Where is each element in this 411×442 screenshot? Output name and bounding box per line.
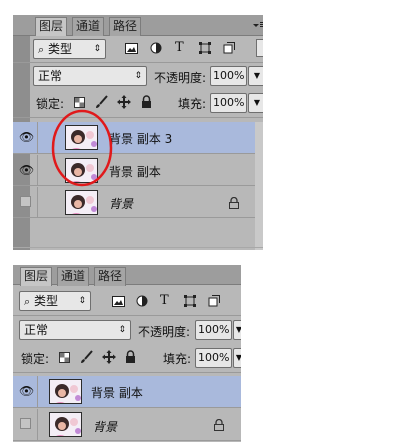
type-layer-filter-icon[interactable]: T	[175, 40, 184, 55]
lock-transparent-pixels-icon[interactable]	[74, 97, 85, 108]
filter-type-label: 类型	[48, 42, 73, 56]
lock-position-move-icon[interactable]	[117, 95, 131, 109]
lock-all-icon[interactable]	[141, 95, 152, 108]
red-circle-annotation	[51, 109, 113, 187]
layer-row[interactable]: 背景	[13, 187, 255, 218]
smart-object-filter-icon[interactable]	[208, 295, 220, 307]
lock-image-pixels-brush-icon[interactable]	[95, 95, 108, 109]
opacity-label: 不透明度:	[154, 71, 207, 85]
fill-value: 100%	[213, 96, 245, 109]
layers-panel-top: 图层 通道 路径 ⌕ 类型 ⇕ T 正常 ⇕ 不透明度: 100% ▼ 锁定:	[13, 15, 263, 250]
visibility-toggle[interactable]: 👁	[13, 122, 38, 153]
lock-all-icon[interactable]	[125, 350, 136, 363]
stepper-icon: ⇕	[78, 296, 86, 306]
shape-layer-filter-icon[interactable]	[184, 295, 196, 307]
smart-object-filter-icon[interactable]	[223, 42, 235, 54]
separator	[13, 247, 263, 248]
chevron-down-icon: ▼	[235, 353, 241, 362]
opacity-dropdown-button[interactable]: ▼	[233, 320, 241, 340]
adjustment-layer-filter-icon[interactable]	[150, 42, 162, 54]
adjustment-layer-filter-icon[interactable]	[136, 295, 148, 307]
filter-type-select[interactable]: ⌕ 类型 ⇕	[33, 39, 106, 59]
eye-icon: 👁	[19, 130, 35, 144]
blend-mode-value: 正常	[24, 323, 49, 337]
eye-icon: 👁	[19, 384, 35, 398]
fill-value: 100%	[198, 351, 230, 364]
blend-mode-select[interactable]: 正常 ⇕	[19, 320, 131, 340]
layer-name[interactable]: 背景	[93, 418, 117, 435]
filter-type-label: 类型	[34, 294, 59, 308]
chevron-down-icon: ▼	[235, 325, 241, 334]
shape-layer-filter-icon[interactable]	[199, 42, 211, 54]
search-icon: ⌕	[24, 295, 31, 308]
layer-thumbnail	[65, 190, 98, 215]
search-icon: ⌕	[38, 43, 45, 56]
portrait-thumbnail-image	[66, 191, 97, 214]
eye-icon: 👁	[19, 163, 35, 177]
visibility-toggle[interactable]: 👁	[13, 155, 38, 185]
opacity-value: 100%	[213, 69, 245, 82]
stepper-icon: ⇕	[118, 325, 126, 335]
lock-transparent-pixels-icon[interactable]	[59, 352, 70, 363]
blend-mode-select[interactable]: 正常 ⇕	[33, 66, 147, 86]
separator	[13, 315, 241, 316]
filter-toggle-button[interactable]	[256, 39, 263, 57]
stepper-icon: ⇕	[93, 44, 101, 54]
portrait-thumbnail-image	[50, 413, 81, 436]
layer-thumbnail	[49, 379, 82, 404]
type-layer-filter-icon[interactable]: T	[160, 293, 169, 308]
visibility-toggle[interactable]: 👁	[13, 376, 38, 407]
layer-row[interactable]: 👁 背景 副本	[13, 376, 241, 408]
empty-checkbox-icon	[20, 196, 31, 207]
fill-label: 填充:	[178, 97, 207, 111]
visibility-toggle[interactable]	[13, 409, 38, 440]
panel-menu-icon[interactable]	[251, 20, 263, 30]
pixel-layer-filter-icon[interactable]	[125, 43, 138, 54]
layer-name[interactable]: 背景	[109, 195, 133, 212]
panel-tabbar: 图层 通道 路径	[13, 15, 263, 36]
layer-name[interactable]: 背景 副本	[109, 163, 161, 180]
lock-icon	[214, 419, 224, 431]
visibility-toggle[interactable]	[13, 187, 38, 217]
fill-dropdown-button[interactable]: ▼	[233, 348, 241, 368]
lock-position-move-icon[interactable]	[102, 350, 116, 364]
tab-paths[interactable]: 路径	[94, 267, 127, 286]
layer-thumbnail	[49, 412, 82, 437]
tab-channels[interactable]: 通道	[57, 267, 90, 286]
layers-scrollbar[interactable]	[255, 122, 263, 250]
lock-label: 锁定:	[21, 352, 50, 366]
fill-input[interactable]: 100%	[210, 93, 247, 113]
layer-name[interactable]: 背景 副本 3	[109, 130, 172, 147]
blend-mode-value: 正常	[38, 69, 63, 83]
opacity-value: 100%	[198, 323, 230, 336]
opacity-dropdown-button[interactable]: ▼	[248, 66, 263, 86]
chevron-down-icon: ▼	[253, 71, 261, 80]
empty-checkbox-icon	[20, 418, 31, 429]
tab-paths[interactable]: 路径	[109, 17, 142, 36]
stepper-icon: ⇕	[134, 71, 142, 81]
panel-tabbar: 图层 通道 路径	[13, 265, 241, 286]
layer-name[interactable]: 背景 副本	[91, 384, 143, 401]
tab-channels[interactable]: 通道	[72, 17, 105, 36]
pixel-layer-filter-icon[interactable]	[112, 296, 125, 307]
portrait-thumbnail-image	[50, 380, 81, 403]
layer-row[interactable]: 背景	[13, 409, 241, 441]
layers-panel-bottom: 图层 通道 路径 ⌕ 类型 ⇕ T 正常 ⇕ 不透明度: 100% ▼ 锁定:	[13, 265, 241, 442]
fill-dropdown-button[interactable]: ▼	[248, 93, 263, 113]
filter-type-select[interactable]: ⌕ 类型 ⇕	[19, 291, 91, 311]
opacity-input[interactable]: 100%	[210, 66, 247, 86]
opacity-label: 不透明度:	[138, 325, 191, 339]
separator	[13, 372, 241, 373]
lock-image-pixels-brush-icon[interactable]	[80, 350, 93, 364]
tab-layers[interactable]: 图层	[35, 17, 68, 36]
separator	[13, 62, 263, 63]
fill-input[interactable]: 100%	[195, 348, 232, 368]
opacity-input[interactable]: 100%	[195, 320, 232, 340]
tab-layers[interactable]: 图层	[20, 267, 53, 286]
lock-icon	[229, 197, 239, 209]
fill-label: 填充:	[163, 352, 192, 366]
chevron-down-icon: ▼	[253, 98, 261, 107]
